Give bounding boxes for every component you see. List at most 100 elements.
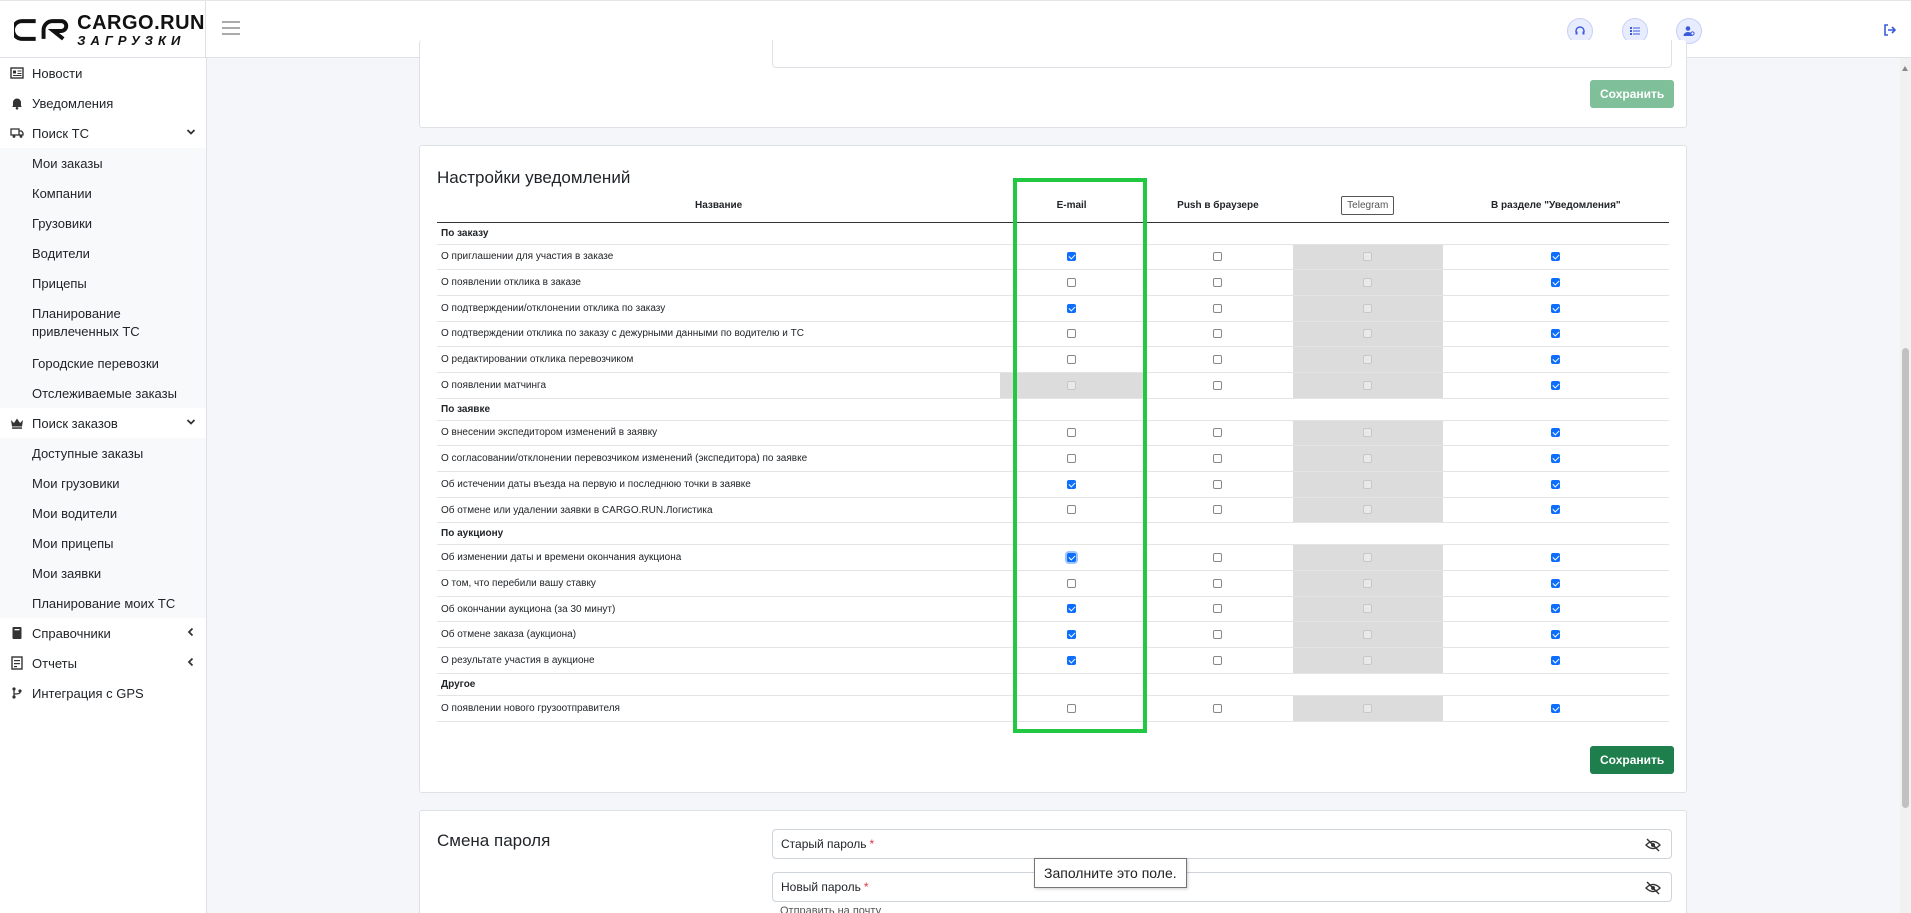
checkbox[interactable] bbox=[1067, 604, 1077, 614]
group-title: По аукциону bbox=[437, 522, 1669, 546]
checkbox[interactable] bbox=[1067, 479, 1077, 489]
sidebar-item-search-orders[interactable]: Поиск заказов bbox=[0, 408, 206, 438]
group-row: По заказу bbox=[437, 222, 1669, 245]
checkbox[interactable] bbox=[1213, 428, 1223, 438]
checkbox[interactable] bbox=[1551, 329, 1561, 339]
sidebar-subitem-my-requests[interactable]: Мои заявки bbox=[0, 558, 206, 588]
checkbox[interactable] bbox=[1551, 354, 1561, 364]
push-cell bbox=[1142, 346, 1293, 373]
checkbox[interactable] bbox=[1213, 655, 1223, 665]
checkbox[interactable] bbox=[1551, 303, 1561, 313]
text-field[interactable] bbox=[772, 40, 1672, 68]
checkbox[interactable] bbox=[1213, 505, 1223, 515]
checkbox[interactable] bbox=[1067, 428, 1077, 438]
save-button[interactable]: Сохранить bbox=[1590, 746, 1675, 774]
checkbox[interactable] bbox=[1067, 655, 1077, 665]
sidebar-subitem-tracked-orders[interactable]: Отслеживаемые заказы bbox=[0, 378, 206, 408]
sidebar-item-search-vehicles[interactable]: Поиск ТС bbox=[0, 118, 206, 148]
sidebar-subitem-planning-attracted[interactable]: Планирование привлеченных ТС bbox=[0, 298, 206, 348]
checkbox[interactable] bbox=[1551, 277, 1561, 287]
save-button-disabled[interactable]: Сохранить bbox=[1590, 80, 1675, 108]
checkbox bbox=[1363, 505, 1373, 515]
checkbox[interactable] bbox=[1213, 354, 1223, 364]
old-password-field[interactable]: Старый пароль * bbox=[772, 829, 1672, 859]
menu-toggle-icon[interactable] bbox=[222, 21, 240, 37]
checkbox[interactable] bbox=[1213, 277, 1223, 287]
notification-name: О внесении экспедитором изменений в заяв… bbox=[437, 420, 1001, 447]
sidebar-subitem-my-drivers[interactable]: Мои водители bbox=[0, 498, 206, 528]
sidebar-item-label: Интеграция с GPS bbox=[32, 685, 144, 701]
scrollbar-thumb[interactable] bbox=[1902, 348, 1909, 808]
group-row: Другое bbox=[437, 673, 1669, 696]
logout-icon[interactable] bbox=[1883, 23, 1897, 37]
telegram-cell bbox=[1292, 471, 1443, 498]
sidebar-item-label: Поиск ТС bbox=[32, 125, 89, 141]
checkbox[interactable] bbox=[1551, 454, 1561, 464]
brand[interactable]: CARGO.RUN ЗАГРУЗКИ bbox=[0, 1, 206, 59]
eye-slash-icon[interactable] bbox=[1645, 838, 1661, 852]
checkbox[interactable] bbox=[1067, 454, 1077, 464]
checkbox[interactable] bbox=[1067, 252, 1077, 262]
notification-name: О появлении нового грузоотправителя bbox=[437, 695, 1001, 722]
sidebar-subitem-my-orders[interactable]: Мои заказы bbox=[0, 148, 206, 178]
checkbox[interactable] bbox=[1067, 329, 1077, 339]
new-password-field[interactable]: Новый пароль * bbox=[772, 872, 1672, 902]
checkbox[interactable] bbox=[1551, 630, 1561, 640]
sidebar-item-news[interactable]: Новости bbox=[0, 58, 206, 88]
checkbox[interactable] bbox=[1213, 303, 1223, 313]
sidebar-item-reports[interactable]: Отчеты bbox=[0, 648, 206, 678]
checkbox[interactable] bbox=[1551, 479, 1561, 489]
scrollbar[interactable] bbox=[1900, 58, 1911, 913]
checkbox[interactable] bbox=[1213, 252, 1223, 262]
checkbox[interactable] bbox=[1551, 578, 1561, 588]
checkbox[interactable] bbox=[1213, 329, 1223, 339]
eye-slash-icon[interactable] bbox=[1645, 881, 1661, 895]
checkbox[interactable] bbox=[1213, 703, 1223, 713]
checkbox[interactable] bbox=[1213, 604, 1223, 614]
checkbox[interactable] bbox=[1213, 630, 1223, 640]
checkbox[interactable] bbox=[1067, 354, 1077, 364]
section-cell bbox=[1442, 544, 1669, 572]
sidebar-item-references[interactable]: Справочники bbox=[0, 618, 206, 648]
email-cell bbox=[1000, 570, 1143, 597]
sidebar-item-gps[interactable]: Интеграция с GPS bbox=[0, 678, 206, 708]
checkbox[interactable] bbox=[1067, 630, 1077, 640]
book-icon bbox=[12, 627, 22, 639]
checkbox[interactable] bbox=[1551, 655, 1561, 665]
sidebar-subitem-drivers[interactable]: Водители bbox=[0, 238, 206, 268]
checkbox[interactable] bbox=[1067, 303, 1077, 313]
checkbox[interactable] bbox=[1213, 578, 1223, 588]
column-header-name: Название bbox=[437, 190, 1001, 223]
checkbox[interactable] bbox=[1551, 505, 1561, 515]
checkbox[interactable] bbox=[1067, 277, 1077, 287]
sidebar-subitem-companies[interactable]: Компании bbox=[0, 178, 206, 208]
sidebar-subitem-city-transport[interactable]: Городские перевозки bbox=[0, 348, 206, 378]
sidebar-subitem-my-planning[interactable]: Планирование моих ТС bbox=[0, 588, 206, 618]
checkbox[interactable] bbox=[1067, 703, 1077, 713]
chevron-left-icon bbox=[187, 657, 194, 667]
checkbox[interactable] bbox=[1067, 505, 1077, 515]
checkbox[interactable] bbox=[1213, 380, 1223, 390]
checkbox[interactable] bbox=[1213, 553, 1223, 563]
scroll-up-icon[interactable] bbox=[1902, 66, 1908, 71]
checkbox[interactable] bbox=[1551, 703, 1561, 713]
sidebar-subitem-trailers[interactable]: Прицепы bbox=[0, 268, 206, 298]
checkbox[interactable] bbox=[1067, 553, 1077, 563]
sidebar-subitem-my-trucks[interactable]: Мои грузовики bbox=[0, 468, 206, 498]
checkbox[interactable] bbox=[1551, 553, 1561, 563]
checkbox[interactable] bbox=[1551, 604, 1561, 614]
checkbox[interactable] bbox=[1551, 380, 1561, 390]
sidebar-item-notifications[interactable]: Уведомления bbox=[0, 88, 206, 118]
checkbox[interactable] bbox=[1551, 252, 1561, 262]
checkbox[interactable] bbox=[1067, 578, 1077, 588]
sidebar-subitem-my-trailers[interactable]: Мои прицепы bbox=[0, 528, 206, 558]
email-cell bbox=[1000, 269, 1143, 296]
checkbox[interactable] bbox=[1213, 479, 1223, 489]
telegram-button[interactable]: Telegram bbox=[1341, 196, 1395, 216]
section-cell bbox=[1442, 647, 1669, 674]
checkbox[interactable] bbox=[1551, 428, 1561, 438]
telegram-cell bbox=[1292, 647, 1443, 674]
checkbox[interactable] bbox=[1213, 454, 1223, 464]
sidebar-subitem-trucks[interactable]: Грузовики bbox=[0, 208, 206, 238]
sidebar-subitem-available-orders[interactable]: Доступные заказы bbox=[0, 438, 206, 468]
